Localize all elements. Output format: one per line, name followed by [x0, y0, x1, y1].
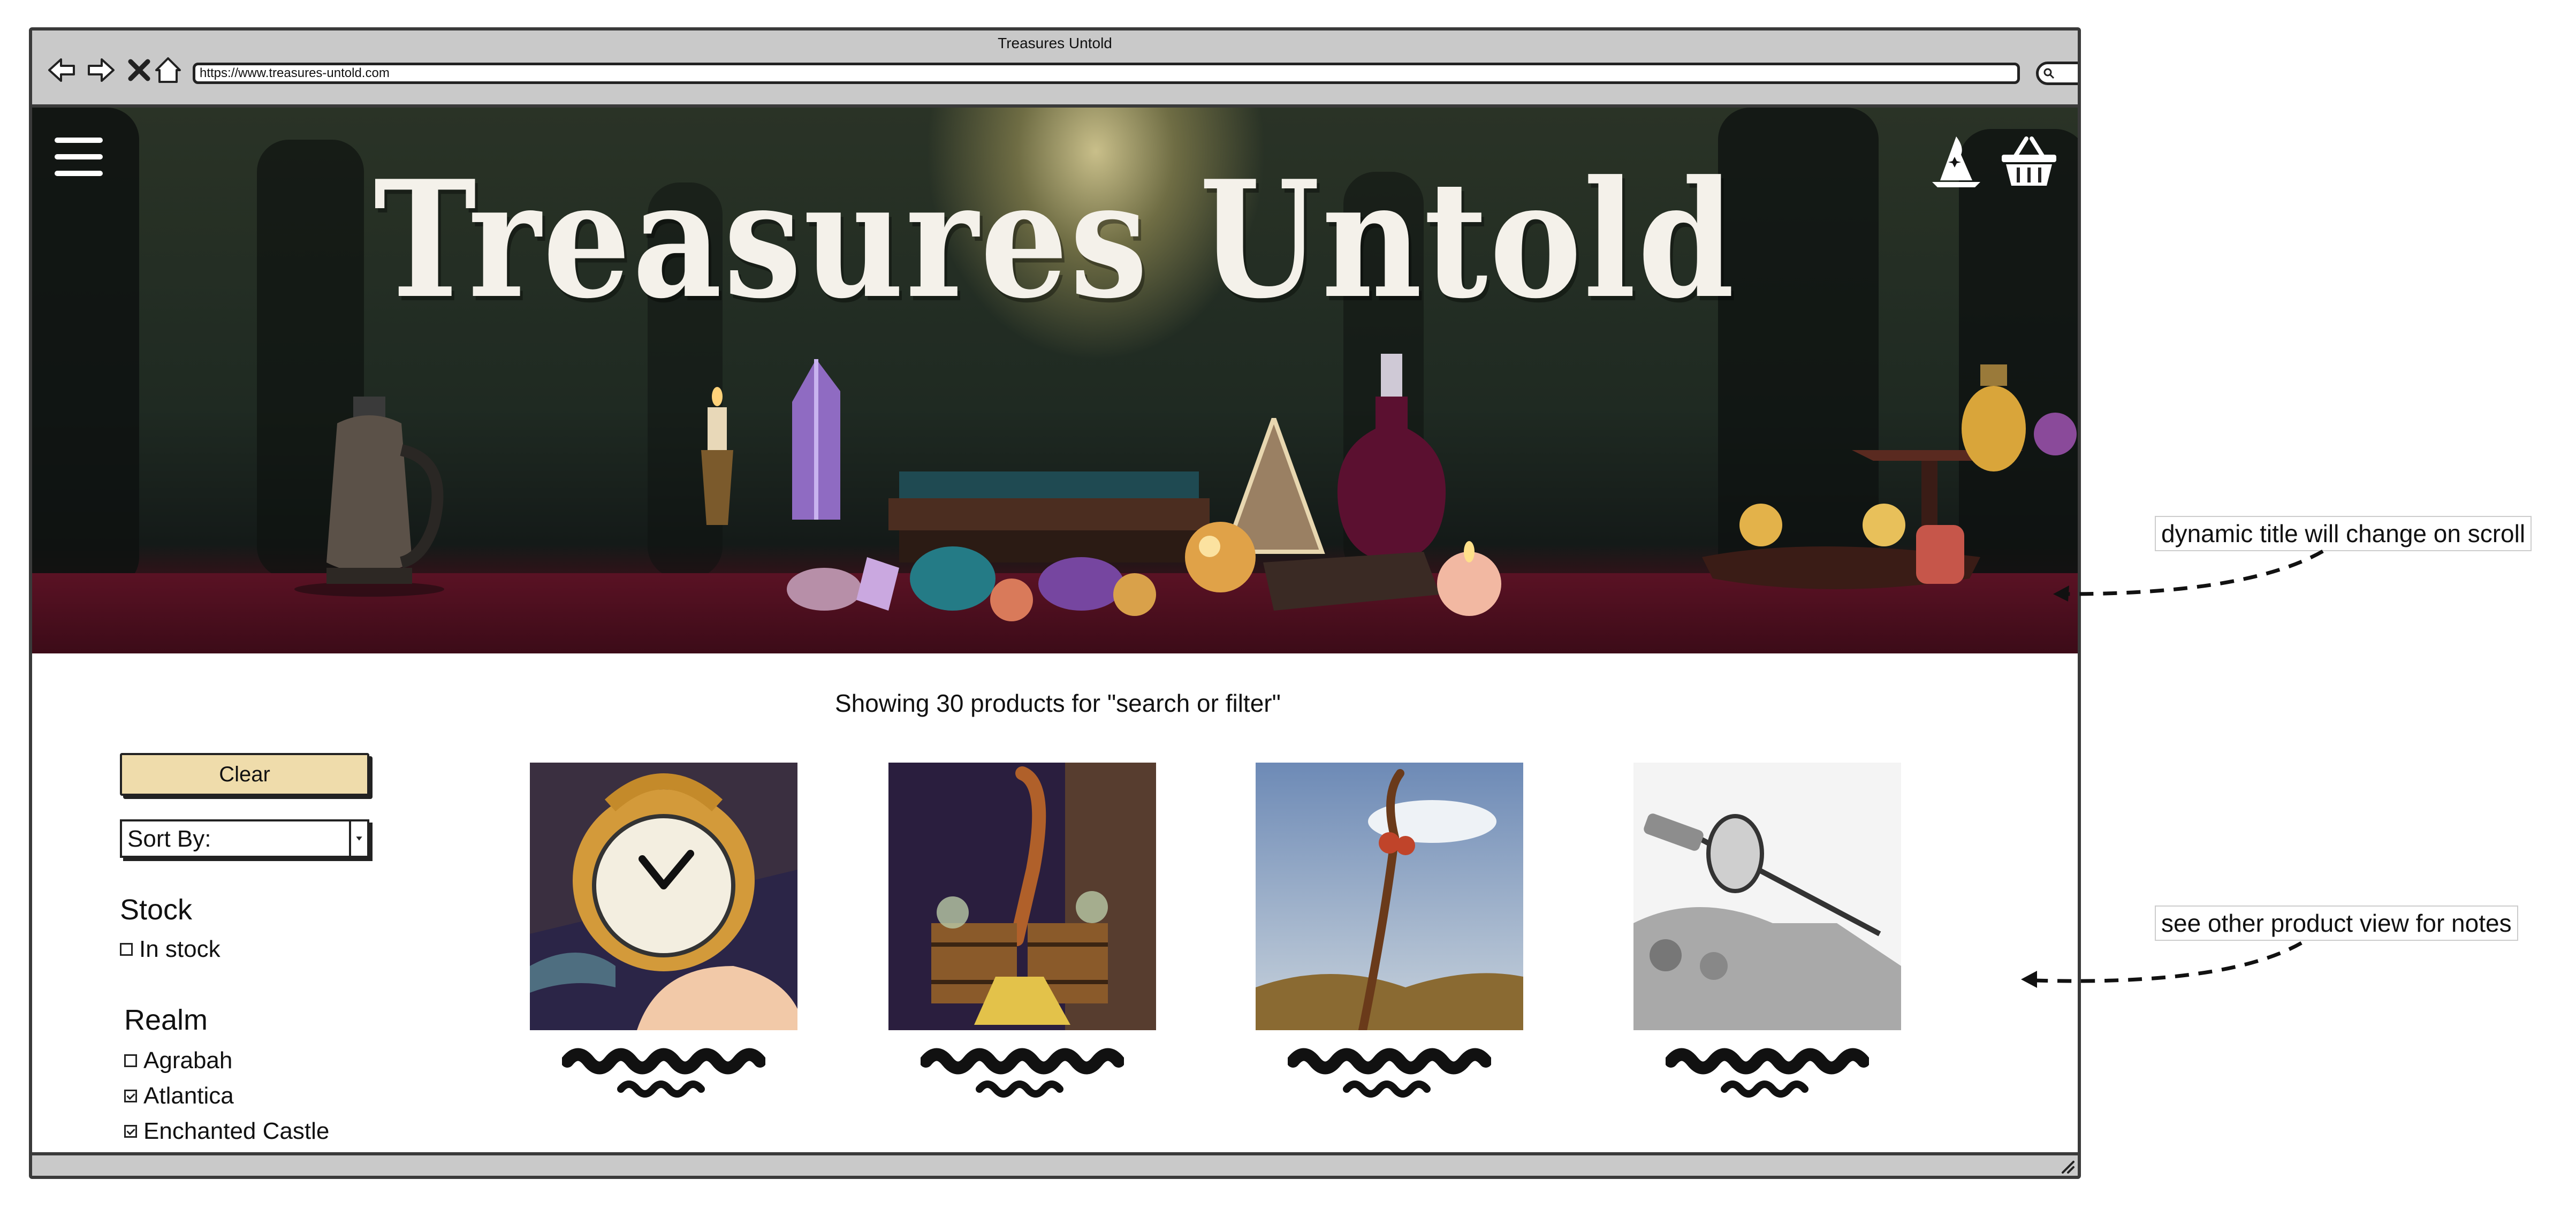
- filter-option-label: Atlantica: [143, 1083, 234, 1109]
- stock-filter-heading: Stock: [120, 894, 193, 926]
- filter-option-in-stock[interactable]: In stock: [120, 936, 221, 963]
- sort-by-dropdown[interactable]: Sort By:: [120, 819, 369, 858]
- product-image-wooden-staff[interactable]: [1256, 763, 1523, 1030]
- checkbox[interactable]: [124, 1090, 137, 1102]
- product-image-sword-sketch[interactable]: [1633, 763, 1901, 1030]
- filter-option-atlantica[interactable]: Atlantica: [124, 1083, 234, 1109]
- forward-icon[interactable]: [85, 54, 117, 86]
- product-name-placeholder: [1666, 1048, 1869, 1098]
- product-image-enchanted-broom[interactable]: [888, 763, 1156, 1030]
- sort-by-label: Sort By:: [127, 826, 211, 852]
- browser-status-bar: [32, 1152, 2078, 1176]
- wizard-hat-icon[interactable]: [1927, 131, 1986, 190]
- browser-window: Treasures Untold https://www.treasures-u…: [29, 27, 2081, 1179]
- golden-orb-image: [1185, 522, 1256, 592]
- hero-title: Treasures Untold: [374, 145, 1736, 334]
- product-card[interactable]: [888, 763, 1156, 1099]
- home-icon[interactable]: [152, 54, 184, 86]
- glowing-candle-image: [1437, 541, 1501, 616]
- checkbox[interactable]: [120, 943, 133, 956]
- amethyst-crystal-image: [792, 359, 840, 520]
- hamburger-menu-icon[interactable]: [55, 135, 103, 178]
- browser-toolbar: Treasures Untold https://www.treasures-u…: [32, 31, 2078, 108]
- realm-filter-heading: Realm: [124, 1004, 208, 1036]
- closed-book-image: [1263, 552, 1440, 611]
- hero-banner: Treasures Untold: [32, 108, 2078, 653]
- results-summary: Showing 30 products for "search or filte…: [835, 689, 1281, 717]
- filter-option-agrabah[interactable]: Agrabah: [124, 1047, 232, 1074]
- product-card[interactable]: [1256, 763, 1523, 1099]
- filter-option-label: In stock: [139, 936, 221, 962]
- gemstones-image: [787, 546, 1156, 621]
- back-icon[interactable]: [46, 54, 78, 86]
- clear-filters-button[interactable]: Clear: [120, 753, 369, 796]
- product-card[interactable]: [530, 763, 797, 1099]
- candle-image: [701, 387, 733, 525]
- product-card[interactable]: [1633, 763, 1901, 1099]
- resize-grip-icon[interactable]: [2058, 1158, 2075, 1174]
- window-title: Treasures Untold: [998, 35, 1112, 51]
- browser-search-field[interactable]: [2036, 62, 2078, 85]
- filter-option-enchanted-castle[interactable]: Enchanted Castle: [124, 1118, 329, 1145]
- checkbox[interactable]: [124, 1054, 137, 1067]
- address-bar[interactable]: https://www.treasures-untold.com: [193, 63, 2020, 84]
- filter-option-label: Agrabah: [143, 1047, 233, 1074]
- chevron-down-icon: [356, 836, 362, 841]
- annotation-note: see other product view for notes: [2155, 905, 2518, 941]
- filter-option-label: Enchanted Castle: [143, 1118, 330, 1144]
- product-name-placeholder: [1288, 1048, 1491, 1098]
- annotation-arrow-icon: [2053, 549, 2324, 602]
- annotation-arrow-icon: [2021, 941, 2303, 988]
- product-name-placeholder: [921, 1048, 1124, 1098]
- checkbox[interactable]: [124, 1125, 137, 1138]
- search-icon: [2043, 68, 2055, 79]
- potion-tray-image: [1702, 364, 2077, 589]
- dropdown-arrow[interactable]: [349, 821, 367, 856]
- shopping-basket-icon[interactable]: [2000, 134, 2058, 188]
- product-image-alarm-clock[interactable]: [530, 763, 797, 1030]
- ornate-pitcher-image: [294, 397, 444, 597]
- stop-icon[interactable]: [123, 54, 155, 86]
- product-name-placeholder: [562, 1048, 765, 1098]
